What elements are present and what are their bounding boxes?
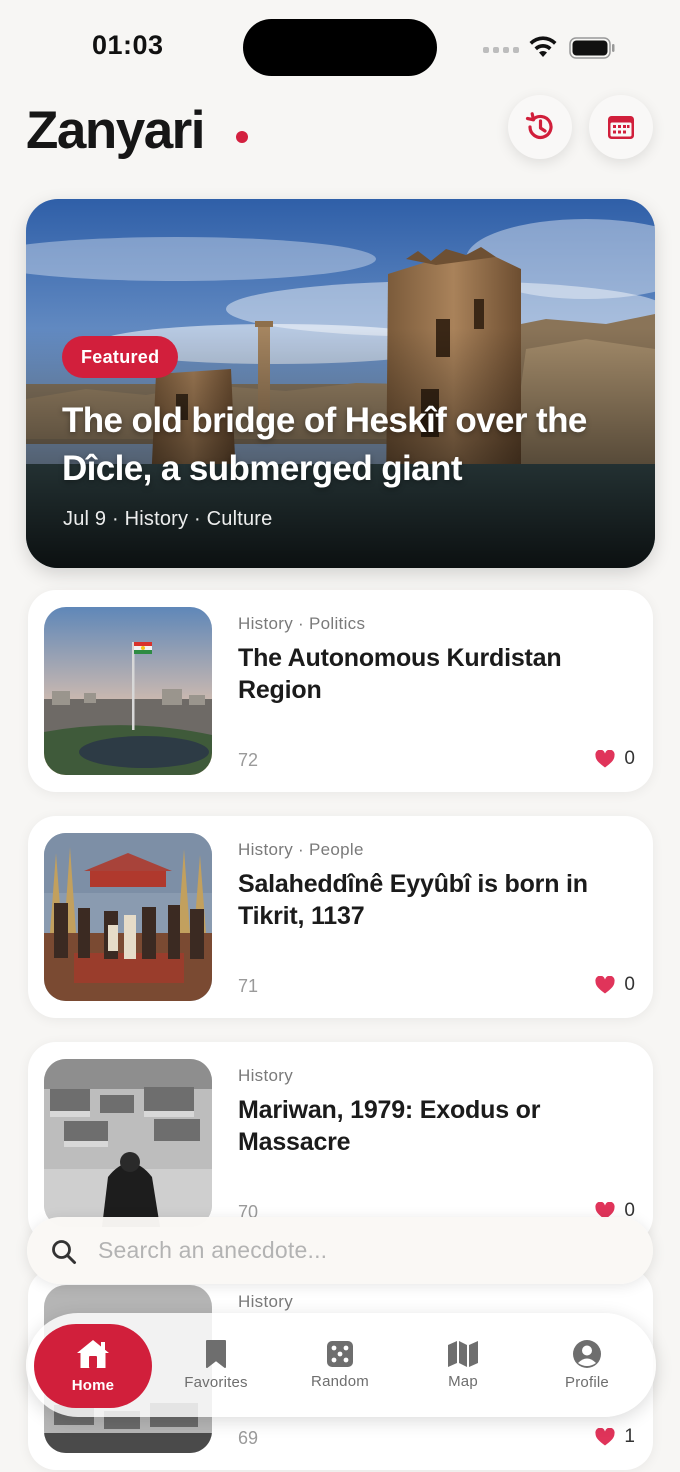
tab-home-label: Home (71, 1377, 115, 1394)
article-thumbnail (44, 833, 212, 1001)
like-button[interactable]: 0 (595, 748, 635, 770)
dice-icon (327, 1341, 353, 1367)
article-card[interactable]: History · People Salaheddînê Eyyûbî is b… (28, 816, 653, 1018)
article-category: History (238, 1292, 293, 1311)
article-card[interactable]: History Mariwan, 1979: Exodus or Massacr… (28, 1042, 653, 1244)
tab-map-label: Map (448, 1373, 478, 1390)
history-icon (525, 112, 553, 140)
tab-profile[interactable]: Profile (536, 1313, 638, 1417)
article-category: History (238, 1066, 293, 1085)
battery-icon (569, 37, 615, 59)
heart-icon (595, 976, 615, 994)
bookmark-icon (206, 1340, 226, 1368)
article-thumbnail (44, 607, 212, 775)
article-number: 69 (238, 1428, 259, 1448)
status-bar: 01:03 (0, 0, 680, 90)
title-accent-dot (236, 131, 248, 143)
tab-profile-label: Profile (565, 1374, 609, 1391)
like-count: 0 (624, 748, 635, 769)
featured-article-card[interactable]: Featured The old bridge of Heskîf over t… (26, 199, 655, 568)
wifi-icon (529, 36, 557, 57)
heart-icon (595, 750, 615, 768)
article-card[interactable]: History · Politics The Autonomous Kurdis… (28, 590, 653, 792)
search-placeholder[interactable]: Search an anecdote... (98, 1237, 327, 1264)
featured-meta: Jul 9 · History · Culture (63, 508, 273, 530)
heart-icon (595, 1428, 615, 1446)
like-count: 0 (624, 974, 635, 995)
calendar-icon (608, 116, 634, 139)
history-button[interactable] (508, 95, 572, 159)
tab-bar: Home Favorites Random Map Profile (26, 1313, 656, 1417)
calendar-button[interactable] (589, 95, 653, 159)
tab-map[interactable]: Map (412, 1313, 514, 1417)
article-title: Salaheddînê Eyyûbî is born in Tikrit, 11… (238, 870, 588, 930)
app-title: Zanyari (26, 101, 206, 160)
status-time: 01:03 (92, 30, 164, 60)
featured-title: The old bridge of Heskîf over the Dîcle,… (62, 401, 587, 488)
article-category: History · Politics (238, 614, 366, 633)
article-title: Mariwan, 1979: Exodus or Massacre (238, 1096, 541, 1156)
like-count: 1 (624, 1426, 635, 1447)
article-title: The Autonomous Kurdistan Region (238, 644, 562, 704)
tab-random[interactable]: Random (288, 1313, 392, 1417)
tab-favorites[interactable]: Favorites (165, 1313, 267, 1417)
like-button[interactable]: 0 (595, 974, 635, 996)
dynamic-island (243, 19, 437, 76)
featured-badge: Featured (62, 336, 179, 378)
like-button[interactable]: 1 (595, 1426, 635, 1448)
tab-random-label: Random (311, 1373, 369, 1390)
article-category: History · People (238, 840, 364, 859)
article-number: 71 (238, 976, 259, 996)
tab-favorites-label: Favorites (184, 1374, 248, 1391)
tab-home[interactable]: Home (34, 1324, 152, 1408)
search-bar[interactable]: Search an anecdote... (27, 1217, 653, 1284)
article-thumbnail (44, 1059, 212, 1227)
home-icon (77, 1340, 109, 1368)
article-number: 72 (238, 750, 259, 770)
cellular-signal-icon (483, 47, 519, 53)
profile-icon (573, 1340, 601, 1368)
map-icon (448, 1341, 478, 1367)
search-icon (52, 1240, 76, 1264)
